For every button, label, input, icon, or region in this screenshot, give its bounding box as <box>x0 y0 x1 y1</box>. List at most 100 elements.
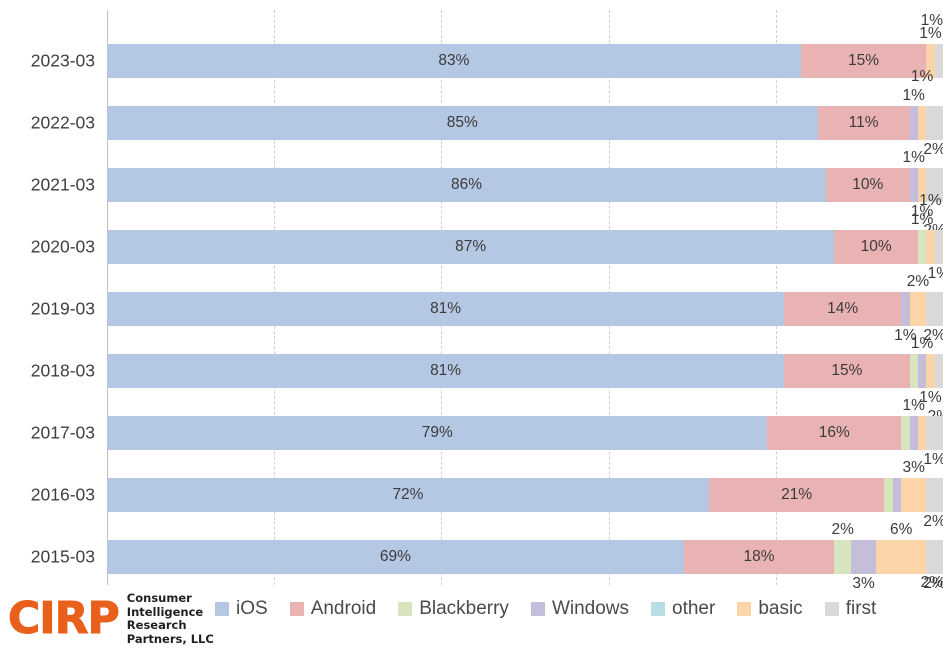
bar-segment-basic[interactable]: 1% <box>911 168 933 220</box>
bar-segment-ios[interactable]: 81% <box>107 354 785 388</box>
bar-segment-basic[interactable]: 2% <box>907 273 929 326</box>
bar-segment-ios[interactable]: 87% <box>107 230 835 264</box>
bar-segment-basic[interactable]: 3% <box>901 459 927 512</box>
segment-value-label: 10% <box>860 238 892 255</box>
bar-segment-windows[interactable] <box>892 478 902 512</box>
segment-value-label: 2% <box>920 574 943 591</box>
bar-segment-android[interactable]: 15% <box>800 44 927 78</box>
segment-value-label: 10% <box>852 176 884 193</box>
segment-value-label: 18% <box>743 548 775 565</box>
stacked-bar[interactable]: 86% 10% 1%1%2% <box>107 149 943 239</box>
bar-segment-windows[interactable]: 3% <box>851 540 877 592</box>
stacked-bar[interactable]: 69%18%2%3%6%2% <box>107 521 943 592</box>
bar-segment-windows[interactable]: 1% <box>903 87 925 140</box>
chart-root: 2023-0383%15%1%2022-0385%11%1%1%2%2021-0… <box>0 0 943 651</box>
category-label: 2017-03 <box>30 422 95 443</box>
bar-segment-ios[interactable]: 86% <box>107 168 826 202</box>
bar-segment-windows[interactable]: 1% <box>903 149 925 202</box>
segment-value-label: 87% <box>455 238 487 255</box>
chart-legend: iOS Android Blackberry Windows other basic fir… <box>215 598 898 620</box>
bar-segment-basic[interactable]: 6% <box>876 521 927 574</box>
segment-value-label: 83% <box>438 52 470 69</box>
legend-swatch-icon <box>289 602 304 616</box>
legend-item-blackberry[interactable]: Blackberry <box>398 598 509 620</box>
bar-segment-android[interactable]: 15% <box>784 354 910 388</box>
bar-row: 2017-03 79% 16% 1%1% <box>31 397 943 468</box>
bar-segment-ios[interactable]: 69% <box>107 540 684 574</box>
segment-value-label: 16% <box>818 424 850 441</box>
bar-segment-first[interactable]: 1% <box>923 416 943 468</box>
legend-item-ios[interactable]: iOS <box>215 598 268 620</box>
bar-segment-android[interactable]: 18% <box>683 540 835 574</box>
legend-label: Android <box>310 598 377 619</box>
legend-swatch-icon <box>737 602 752 616</box>
bar-segment-blackberry[interactable] <box>884 478 893 512</box>
bar-segment-first[interactable] <box>934 44 943 78</box>
bar-segment-ios[interactable]: 79% <box>107 416 768 450</box>
stacked-bar[interactable]: 81% 14% 1%2%2% <box>107 273 943 344</box>
bar-segment-basic[interactable]: 1% <box>911 68 933 140</box>
bar-segment-android[interactable]: 10% <box>834 230 918 264</box>
bar-segment-first[interactable]: 2% <box>923 168 943 239</box>
stacked-bar[interactable]: 72% 21% 3%2% <box>107 459 943 530</box>
category-label: 2022-03 <box>30 112 95 133</box>
bar-segment-first[interactable]: 2% <box>923 292 943 344</box>
bar-segment-basic[interactable]: 1% <box>919 192 942 264</box>
bar-segment-first[interactable]: 1% <box>928 230 943 282</box>
bar-segment-basic[interactable] <box>917 416 927 450</box>
legend-item-other[interactable]: other <box>651 598 715 620</box>
bar-segment-windows[interactable]: 1% <box>894 292 917 344</box>
bar-segment-ios[interactable]: 85% <box>107 106 818 140</box>
bar-row: 2023-03 83% 15% 1% <box>31 25 943 92</box>
segment-value-label: 11% <box>848 114 879 131</box>
category-label: 2018-03 <box>30 360 95 381</box>
legend-swatch-icon <box>215 602 229 616</box>
logo-wordmark: CIRP <box>8 593 121 644</box>
stacked-bar[interactable]: 85% 11% 1%1%2% <box>107 68 943 158</box>
bar-segment-first[interactable]: 2% <box>923 106 943 158</box>
stacked-bar[interactable]: 81% 15% 1%1%2% <box>107 335 943 425</box>
category-label: 2023-03 <box>30 50 95 71</box>
stacked-bar[interactable]: 87% 10% 1%1%1% <box>107 192 943 282</box>
legend-swatch-icon <box>824 602 839 616</box>
bar-segment-ios[interactable]: 72% <box>107 478 709 512</box>
bar-segment-basic[interactable]: 1% <box>919 354 942 406</box>
legend-item-basic[interactable]: basic <box>737 598 803 620</box>
bar-segment-basic[interactable]: 1% <box>919 25 942 78</box>
bar-segment-first[interactable]: 2% <box>923 540 943 592</box>
bar-segment-android[interactable]: 14% <box>784 292 902 326</box>
bar-segment-first[interactable]: 2% <box>923 478 943 530</box>
bar-segment-first[interactable]: 2% <box>928 354 943 425</box>
bar-segment-windows[interactable]: 1% <box>911 335 933 388</box>
bar-row: 2016-03 72% 21% 3%2% <box>31 459 943 530</box>
category-label: 2019-03 <box>30 298 95 319</box>
bar-segment-ios[interactable]: 81% <box>107 292 785 326</box>
logo-line-4: Partners, LLC <box>126 631 214 646</box>
legend-item-android[interactable]: Android <box>289 598 377 620</box>
legend-swatch-icon <box>398 602 413 616</box>
logo-line-1: Consumer <box>126 591 192 605</box>
bar-row: 2015-0369%18%2%3%6%2% <box>31 521 943 592</box>
bar-segment-android[interactable]: 16% <box>767 416 902 450</box>
bar-segment-android[interactable]: 10% <box>825 168 910 202</box>
legend-item-windows[interactable]: Windows <box>530 598 629 620</box>
logo-company-name: Consumer Intelligence Research Partners,… <box>126 591 214 646</box>
bar-segment-blackberry[interactable] <box>909 354 918 388</box>
stacked-bar[interactable]: 79% 16% 1%1% <box>107 397 943 468</box>
bar-segment-windows[interactable]: 1% <box>903 397 925 450</box>
legend-item-first[interactable]: first <box>824 598 876 620</box>
segment-value-label: 3% <box>852 575 875 592</box>
bar-segment-blackberry[interactable]: 1% <box>911 211 933 264</box>
legend-label: Blackberry <box>419 598 509 619</box>
plot-area: 2023-0383%15%1%2022-0385%11%1%1%2%2021-0… <box>31 10 943 592</box>
legend-label: other <box>672 598 716 619</box>
bar-segment-blackberry[interactable]: 2% <box>831 521 854 574</box>
bar-segment-android[interactable]: 11% <box>817 106 910 140</box>
bar-segment-ios[interactable]: 83% <box>107 44 801 78</box>
stacked-bar[interactable]: 83% 15% 1% <box>107 25 943 78</box>
bar-segment-blackberry[interactable] <box>901 416 910 450</box>
bar-row: 2018-03 81% 15% 1%1%2% <box>31 335 943 425</box>
segment-value-label: 79% <box>421 424 453 441</box>
segment-value-label: 15% <box>831 362 863 379</box>
bar-segment-android[interactable]: 21% <box>708 478 885 512</box>
